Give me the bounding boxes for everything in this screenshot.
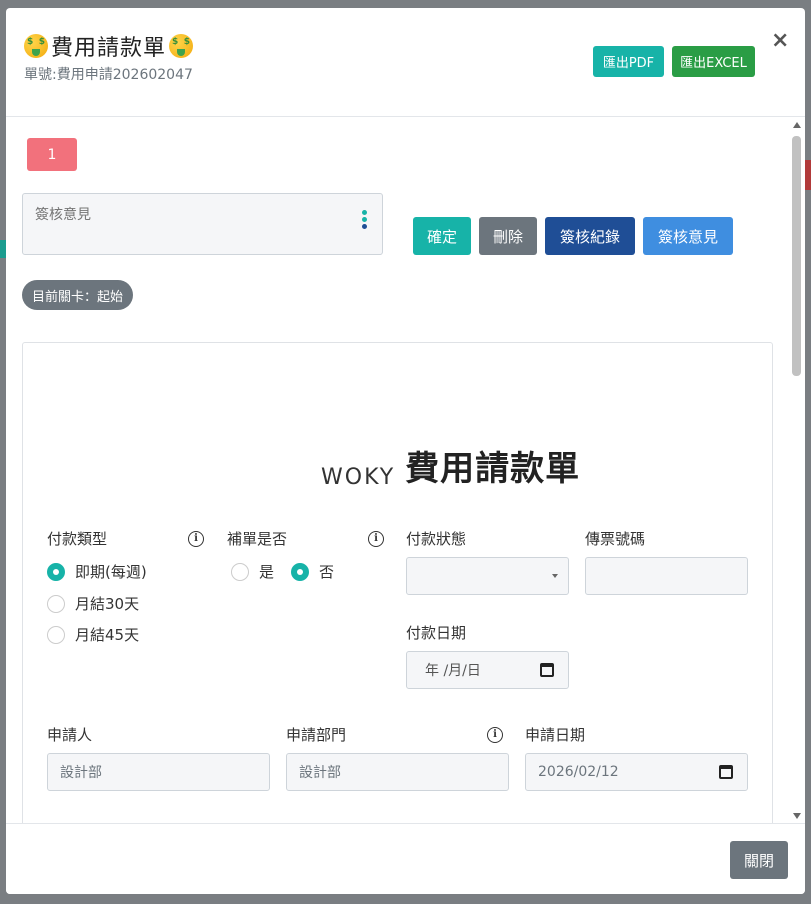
department-input[interactable]: 設計部 xyxy=(286,753,509,791)
payment-date-label: 付款日期 xyxy=(406,624,467,642)
modal-title-text: 費用請款單 xyxy=(51,36,167,61)
radio-label: 即期(每週) xyxy=(75,563,147,581)
info-icon[interactable]: i xyxy=(487,727,503,743)
calendar-icon[interactable] xyxy=(719,765,733,779)
payment-status-select[interactable] xyxy=(406,557,569,595)
close-button[interactable]: 關閉 xyxy=(730,841,788,879)
supplement-label: 補單是否 xyxy=(227,530,288,548)
payment-type-option-45[interactable]: 月結45天 xyxy=(47,624,139,645)
radio-checked[interactable] xyxy=(47,562,65,581)
stage-number-button[interactable]: 1 xyxy=(27,138,77,171)
form-heading: WOKY 費用請款單 xyxy=(321,441,580,490)
radio-checked[interactable] xyxy=(291,562,309,581)
current-stage-badge: 目前關卡：起始 xyxy=(22,280,134,310)
payment-status-label: 付款狀態 xyxy=(406,530,467,548)
form-title: 費用請款單 xyxy=(405,449,581,489)
applicant-label: 申請人 xyxy=(47,726,93,744)
payment-type-label: 付款類型 xyxy=(47,530,108,548)
supplement-option-yes[interactable]: 是 xyxy=(231,561,274,582)
modal-header: 費用請款單 單號:費用申請202602047 匯出PDF 匯出EXCEL × xyxy=(6,8,805,117)
department-label: 申請部門 xyxy=(286,726,347,744)
calendar-icon[interactable] xyxy=(540,663,554,677)
export-pdf-button[interactable]: 匯出PDF xyxy=(593,46,664,77)
scrollbar[interactable] xyxy=(789,118,805,823)
delete-button[interactable]: 刪除 xyxy=(479,217,537,255)
export-excel-button[interactable]: 匯出EXCEL xyxy=(672,46,755,77)
approval-opinion-button[interactable]: 簽核意見 xyxy=(643,217,733,255)
scroll-thumb[interactable] xyxy=(792,136,801,376)
radio-label: 月結30天 xyxy=(75,595,140,613)
form-number: 單號:費用申請202602047 xyxy=(24,67,193,83)
supplement-option-no[interactable]: 否 xyxy=(291,561,334,582)
radio-label: 月結45天 xyxy=(75,626,140,644)
radio-unchecked[interactable] xyxy=(231,562,249,581)
company-logo: WOKY xyxy=(321,465,396,490)
approval-opinion-input[interactable] xyxy=(22,193,383,255)
scroll-up-arrow-icon[interactable] xyxy=(793,122,801,128)
voucher-no-input[interactable] xyxy=(585,557,748,595)
approval-log-button[interactable]: 簽核紀錄 xyxy=(545,217,635,255)
voucher-no-label: 傳票號碼 xyxy=(585,530,646,548)
close-icon[interactable]: × xyxy=(771,28,789,53)
radio-unchecked[interactable] xyxy=(47,625,65,644)
confirm-button[interactable]: 確定 xyxy=(413,217,471,255)
form-card: WOKY 費用請款單 付款類型 i 即期(每週) 月結30天 月結45天 補單是… xyxy=(22,342,773,823)
money-mouth-face-icon xyxy=(169,34,194,58)
info-icon[interactable]: i xyxy=(188,531,204,547)
apply-date-input[interactable]: 2026/02/12 xyxy=(525,753,748,791)
modal-body: 1 確定 刪除 簽核紀錄 簽核意見 目前關卡：起始 WOKY 費用請款單 付款類… xyxy=(6,118,805,823)
radio-unchecked[interactable] xyxy=(47,594,65,613)
payment-type-option-30[interactable]: 月結30天 xyxy=(47,593,139,614)
payment-type-option-weekly[interactable]: 即期(每週) xyxy=(47,561,147,582)
radio-label: 否 xyxy=(319,563,335,581)
payment-date-input[interactable]: 年 /月/日 xyxy=(406,651,569,689)
money-mouth-face-icon xyxy=(24,34,48,58)
modal-title: 費用請款單 xyxy=(24,30,194,62)
info-icon[interactable]: i xyxy=(368,531,384,547)
applicant-input[interactable]: 設計部 xyxy=(47,753,270,791)
scroll-down-arrow-icon[interactable] xyxy=(793,813,801,819)
expense-request-modal: 費用請款單 單號:費用申請202602047 匯出PDF 匯出EXCEL × 1… xyxy=(6,8,805,894)
radio-label: 是 xyxy=(259,563,275,581)
chevron-down-icon xyxy=(552,574,558,578)
modal-footer: 關閉 xyxy=(6,823,805,894)
apply-date-label: 申請日期 xyxy=(525,726,586,744)
more-options-icon[interactable] xyxy=(362,210,368,231)
